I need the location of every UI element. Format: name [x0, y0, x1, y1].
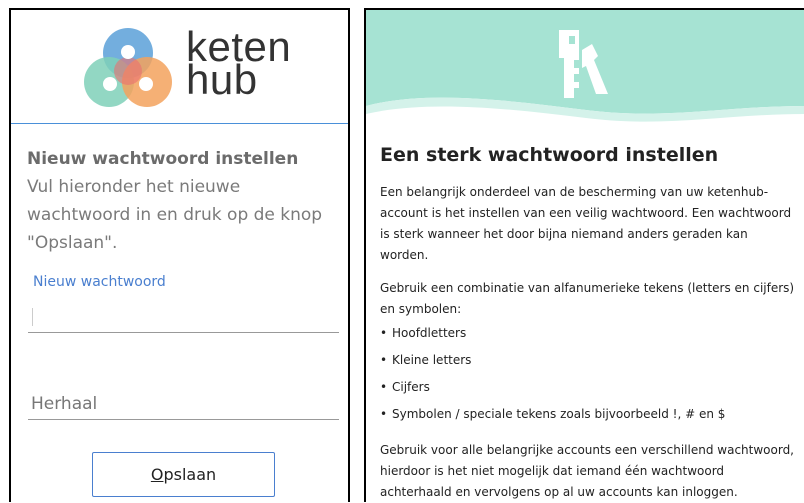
list-item: Symbolen / speciale tekens zoals bijvoor…: [380, 401, 795, 428]
tips-closing: Gebruik voor alle belangrijke accounts e…: [380, 443, 794, 499]
list-item: Kleine letters: [380, 347, 795, 374]
list-item: Hoofdletters: [380, 320, 795, 347]
tips-banner: [366, 10, 804, 122]
save-button[interactable]: Opslaan: [92, 452, 275, 497]
new-password-field[interactable]: [28, 302, 339, 333]
text-caret: [32, 308, 33, 326]
password-tips-panel: Een sterk wachtwoord instellen Een belan…: [364, 8, 804, 502]
tips-intro: Een belangrijk onderdeel van de bescherm…: [380, 185, 792, 262]
ketenhub-logo-icon: [84, 28, 172, 107]
form-title: Nieuw wachtwoord instellen: [27, 149, 299, 169]
tips-list: Hoofdletters Kleine letters Cijfers Symb…: [380, 320, 795, 428]
tips-combination: Gebruik een combinatie van alfanumerieke…: [380, 281, 795, 316]
header-divider: [11, 123, 348, 124]
repeat-password-field[interactable]: Herhaal: [28, 388, 339, 420]
logo-wordmark: keten hub: [186, 26, 291, 101]
tips-body: Een belangrijk onderdeel van de bescherm…: [380, 182, 795, 503]
save-button-label: pslaan: [163, 465, 217, 484]
list-item: Cijfers: [380, 374, 795, 401]
form-description: Vul hieronder het nieuwe wachtwoord in e…: [27, 177, 323, 253]
reset-password-panel: keten hub Nieuw wachtwoord instellen Vul…: [9, 8, 350, 502]
tips-title: Een sterk wachtwoord instellen: [380, 144, 719, 166]
save-button-accesskey: O: [150, 465, 164, 484]
logo: keten hub: [11, 10, 348, 123]
new-password-label: Nieuw wachtwoord: [33, 274, 166, 290]
